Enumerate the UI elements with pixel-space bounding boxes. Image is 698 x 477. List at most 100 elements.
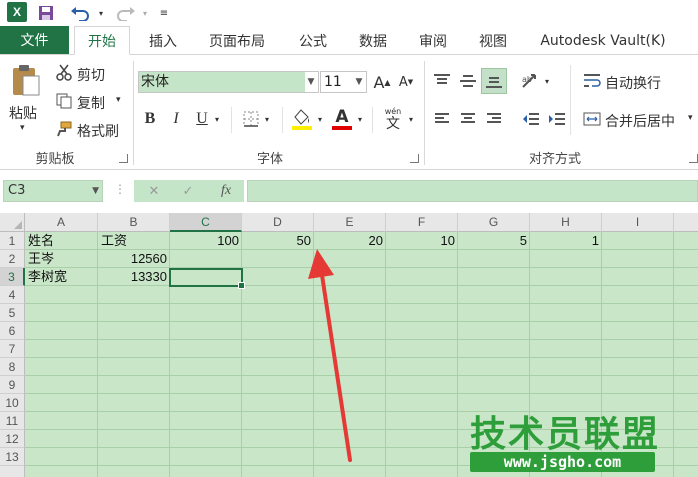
cell-h1[interactable]: 1 <box>530 232 601 250</box>
customize-toolbar-icon[interactable]: ≡ <box>158 3 170 23</box>
column-header-b[interactable]: B <box>98 213 170 232</box>
tab-file[interactable]: 文件 <box>0 26 69 54</box>
bold-button[interactable]: B <box>140 108 160 130</box>
row-header-6[interactable]: 6 <box>0 322 25 340</box>
row-header-7[interactable]: 7 <box>0 340 25 358</box>
column-header-e[interactable]: E <box>314 213 386 232</box>
row-header-3[interactable]: 3 <box>0 268 25 286</box>
row-header-10[interactable]: 10 <box>0 394 25 412</box>
column-header-d[interactable]: D <box>242 213 314 232</box>
phonetic-dropdown-icon[interactable]: ▾ <box>406 110 416 128</box>
copy-icon[interactable] <box>54 91 74 111</box>
paste-button[interactable]: 粘贴 <box>9 103 37 123</box>
cell-b2[interactable]: 12560 <box>98 250 169 268</box>
font-color-dropdown-icon[interactable]: ▾ <box>355 110 365 128</box>
increase-indent-icon[interactable] <box>546 108 568 130</box>
align-right-icon[interactable] <box>484 108 504 130</box>
column-header-i[interactable]: I <box>602 213 674 232</box>
phonetic-guide-icon[interactable]: wén 文 <box>380 105 406 133</box>
tab-home[interactable]: 开始 <box>74 26 130 55</box>
align-top-icon[interactable] <box>430 69 454 93</box>
cell-a2[interactable]: 王岑 <box>25 250 97 268</box>
insert-function-icon[interactable]: fx <box>214 181 238 201</box>
wrap-text-button[interactable]: 自动换行 <box>605 73 661 93</box>
select-all-button[interactable] <box>0 213 25 232</box>
align-middle-icon[interactable] <box>456 69 480 93</box>
row-header-14[interactable] <box>0 466 25 477</box>
increase-font-icon[interactable]: A ▲ <box>372 71 392 93</box>
decrease-indent-icon[interactable] <box>520 108 542 130</box>
orientation-icon[interactable]: ab <box>518 69 542 93</box>
chevron-down-icon[interactable]: ▼ <box>352 72 366 92</box>
border-dropdown-icon[interactable]: ▾ <box>262 110 272 128</box>
cell-a3[interactable]: 李树宽 <box>25 268 97 286</box>
undo-dropdown-icon[interactable]: ▾ <box>96 3 106 23</box>
row-header-1[interactable]: 1 <box>0 232 25 250</box>
redo-icon[interactable] <box>114 3 138 23</box>
paste-dropdown-icon[interactable]: ▾ <box>20 123 25 133</box>
cell-f1[interactable]: 10 <box>386 232 457 250</box>
selected-cell-c3[interactable] <box>169 268 245 289</box>
decrease-font-icon[interactable]: A ▼ <box>396 71 416 93</box>
wrap-text-icon[interactable] <box>582 71 602 91</box>
chevron-down-icon[interactable]: ▼ <box>92 181 99 201</box>
font-name-select[interactable]: 宋体 ▼ <box>138 71 319 93</box>
tab-view[interactable]: 视图 <box>468 26 518 55</box>
alignment-launcher-icon[interactable] <box>689 154 698 163</box>
chevron-down-icon[interactable]: ▼ <box>304 72 318 92</box>
save-icon[interactable] <box>36 3 56 23</box>
column-header-h[interactable]: H <box>530 213 602 232</box>
cut-icon[interactable] <box>54 63 74 83</box>
cell-a1[interactable]: 姓名 <box>25 232 97 250</box>
row-header-2[interactable]: 2 <box>0 250 25 268</box>
column-header-c[interactable]: C <box>170 213 242 232</box>
enter-icon[interactable]: ✓ <box>178 181 198 201</box>
merge-center-button[interactable]: 合并后居中 <box>605 111 675 131</box>
cancel-icon[interactable]: ✕ <box>144 181 164 201</box>
format-painter-button[interactable]: 格式刷 <box>77 121 119 141</box>
tab-autodesk-vault[interactable]: Autodesk Vault(K) <box>528 26 678 55</box>
align-center-icon[interactable] <box>458 108 478 130</box>
clipboard-launcher-icon[interactable] <box>119 154 128 163</box>
column-header-g[interactable]: G <box>458 213 530 232</box>
fill-color-icon[interactable] <box>290 106 314 132</box>
column-header-partial[interactable] <box>674 213 698 232</box>
fill-color-dropdown-icon[interactable]: ▾ <box>315 110 325 128</box>
row-header-8[interactable]: 8 <box>0 358 25 376</box>
italic-button[interactable]: I <box>166 108 186 130</box>
merge-dropdown-icon[interactable]: ▾ <box>688 113 693 123</box>
orientation-dropdown-icon[interactable]: ▾ <box>542 73 552 89</box>
align-left-icon[interactable] <box>432 108 452 130</box>
cell-b1[interactable]: 工资 <box>98 232 169 250</box>
underline-dropdown-icon[interactable]: ▾ <box>212 110 222 128</box>
font-launcher-icon[interactable] <box>410 154 419 163</box>
copy-button[interactable]: 复制 <box>77 93 105 113</box>
row-header-12[interactable]: 12 <box>0 430 25 448</box>
tab-page-layout[interactable]: 页面布局 <box>197 26 277 55</box>
tab-formulas[interactable]: 公式 <box>288 26 338 55</box>
border-icon[interactable] <box>240 108 262 130</box>
undo-icon[interactable] <box>66 3 94 23</box>
tab-review[interactable]: 审阅 <box>408 26 458 55</box>
row-header-5[interactable]: 5 <box>0 304 25 322</box>
merge-center-icon[interactable] <box>582 109 602 129</box>
paste-icon[interactable] <box>9 63 43 97</box>
cell-c1[interactable]: 100 <box>170 232 241 250</box>
tab-data[interactable]: 数据 <box>348 26 398 55</box>
cut-button[interactable]: 剪切 <box>77 65 105 85</box>
font-size-select[interactable]: 11 ▼ <box>320 71 367 93</box>
font-color-icon[interactable]: A <box>330 106 354 132</box>
redo-dropdown-icon[interactable]: ▾ <box>140 3 150 23</box>
row-header-13[interactable]: 13 <box>0 448 25 466</box>
align-bottom-icon[interactable] <box>481 68 507 94</box>
row-header-4[interactable]: 4 <box>0 286 25 304</box>
cell-g1[interactable]: 5 <box>458 232 529 250</box>
row-header-11[interactable]: 11 <box>0 412 25 430</box>
format-painter-icon[interactable] <box>54 119 74 139</box>
row-header-9[interactable]: 9 <box>0 376 25 394</box>
tab-insert[interactable]: 插入 <box>138 26 188 55</box>
cell-b3[interactable]: 13330 <box>98 268 169 286</box>
underline-button[interactable]: U <box>192 108 212 130</box>
column-header-a[interactable]: A <box>25 213 98 232</box>
name-box[interactable]: C3 ▼ <box>3 180 103 202</box>
